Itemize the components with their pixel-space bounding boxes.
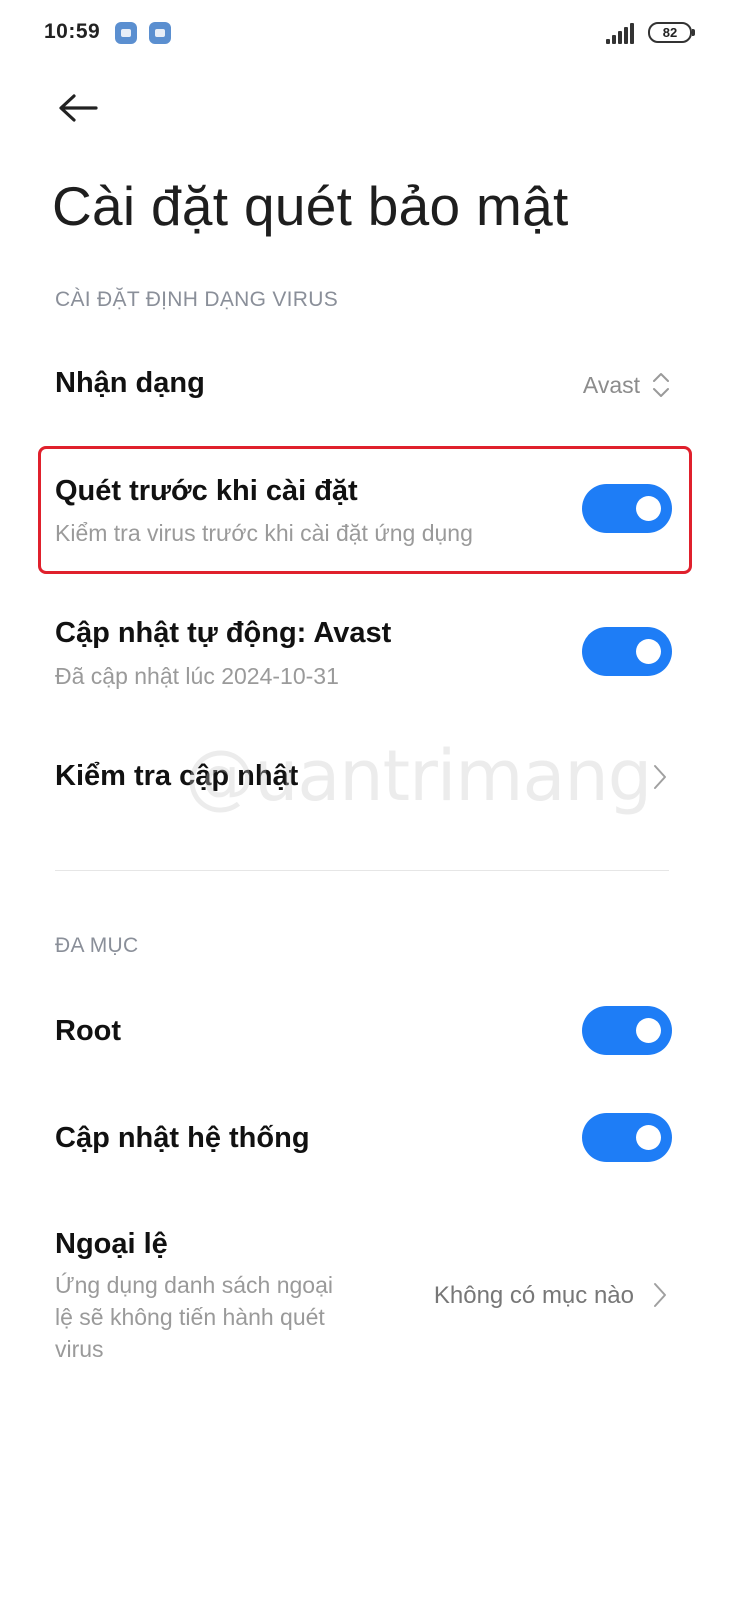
auto-update-subtitle: Đã cập nhật lúc 2024-10-31 [55,663,339,689]
page-title: Cài đặt quét bảo mật [52,175,569,237]
auto-update-toggle[interactable] [582,627,672,676]
chevron-right-icon [654,765,666,789]
app-notification-icon [115,22,137,44]
root-toggle[interactable] [582,1006,672,1055]
exceptions-subtitle-line1: Ứng dụng danh sách ngoại [55,1272,333,1298]
chevron-up-down-icon [653,373,669,397]
exceptions-subtitle-line2: lệ sẽ không tiến hành quét [55,1304,325,1330]
exceptions-row[interactable]: Ngoại lệ Ứng dụng danh sách ngoại lệ sẽ … [40,1222,696,1372]
recognition-row[interactable]: Nhận dạng Avast [40,350,696,420]
recognition-title: Nhận dạng [55,367,205,399]
section-header-virus: CÀI ĐẶT ĐỊNH DẠNG VIRUS [55,288,339,311]
recognition-value: Avast [582,372,640,398]
watermark-logo: @uantrimang [185,735,652,817]
system-update-title: Cập nhật hệ thống [55,1122,310,1154]
exceptions-title: Ngoại lệ [55,1228,168,1260]
exceptions-value: Không có mục nào [433,1282,634,1309]
section-header-misc: ĐA MỤC [55,934,139,957]
status-time: 10:59 [44,20,101,43]
chevron-right-icon [654,1283,666,1307]
auto-update-title: Cập nhật tự động: Avast [55,617,392,649]
app-notification-icon [149,22,171,44]
auto-update-row[interactable]: Cập nhật tự động: Avast Đã cập nhật lúc … [40,593,696,713]
status-bar: 10:59 82 [0,0,738,70]
divider [55,870,669,871]
battery-icon: 82 [648,22,695,43]
exceptions-subtitle-line3: virus [55,1336,104,1362]
back-button[interactable] [56,88,100,132]
root-row[interactable]: Root [40,995,696,1070]
system-update-row[interactable]: Cập nhật hệ thống [40,1102,696,1177]
arrow-left-icon [59,94,98,122]
system-update-toggle[interactable] [582,1113,672,1162]
highlight-box [38,446,692,574]
root-title: Root [55,1015,122,1047]
signal-icon [606,22,640,44]
